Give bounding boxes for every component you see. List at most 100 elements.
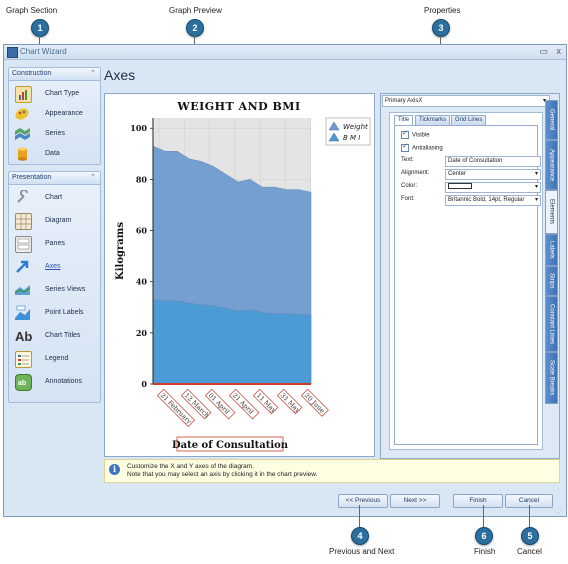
nav-label: Chart: [45, 194, 63, 201]
visible-checkbox[interactable]: [401, 129, 409, 139]
dropdown-arrow-icon: ▾: [534, 171, 538, 177]
nav-label: Chart Titles: [45, 332, 81, 339]
finish-button[interactable]: Finish: [453, 494, 503, 508]
chart-titles-icon: Ab: [15, 328, 32, 344]
series-icon: [15, 126, 30, 141]
nav-item-series-views[interactable]: Series Views: [14, 282, 99, 300]
callout-label-graph-preview: Graph Preview: [169, 6, 222, 15]
title-text-input[interactable]: Date of Consultation: [445, 156, 541, 167]
font-value: Britannic Bold, 14pt, Regular: [448, 197, 525, 203]
text-label: Text:: [401, 157, 414, 163]
side-tab-labels[interactable]: Labels: [545, 234, 558, 266]
bar-chart-icon: [15, 86, 32, 103]
nav-item-point-labels[interactable]: Point Labels: [15, 305, 99, 323]
nav-label: Axes: [45, 263, 61, 270]
nav-item-chart[interactable]: Chart: [15, 189, 99, 208]
alignment-label: Alignment:: [401, 170, 430, 176]
side-tab-scale-breaks[interactable]: Scale Breaks: [545, 352, 558, 404]
nav-item-chart-type[interactable]: Chart Type: [15, 86, 99, 104]
nav-item-legend[interactable]: Legend: [15, 351, 99, 369]
dropdown-arrow-icon: ▾: [534, 197, 538, 203]
close-button[interactable]: x: [557, 46, 562, 56]
nav-label: Diagram: [45, 217, 72, 224]
previous-button[interactable]: << Previous: [338, 494, 388, 508]
alignment-select[interactable]: Center ▾: [445, 169, 541, 180]
antialiasing-checkbox[interactable]: [401, 142, 409, 152]
side-tab-constant-lines[interactable]: Constant Lines: [545, 296, 558, 352]
nav-label: Data: [45, 150, 60, 157]
tab-tickmarks[interactable]: Tickmarks: [415, 115, 451, 125]
chart-wizard-app-icon: [7, 47, 18, 58]
color-label: Color:: [401, 183, 418, 189]
info-icon: i: [109, 464, 120, 475]
tab-grid-lines[interactable]: Grid Lines: [451, 115, 487, 125]
callout-label-finish: Finish: [474, 547, 496, 556]
nav-label: Appearance: [45, 110, 83, 117]
nav-label: Legend: [45, 355, 69, 362]
construction-header-label: Construction: [12, 70, 52, 77]
axes-arrow-icon: [15, 259, 30, 274]
y-tick-label: 80: [136, 174, 148, 184]
data-cylinder-icon: [15, 146, 30, 161]
next-button[interactable]: Next >>: [390, 494, 440, 508]
resize-grip-icon[interactable]: ⋰: [558, 507, 564, 514]
callout-label-cancel: Cancel: [517, 547, 542, 556]
nav-item-series[interactable]: Series: [15, 126, 99, 144]
side-tab-general[interactable]: General: [545, 100, 558, 140]
presentation-group: Presentation ⌃ Chart Diagram Panes Axes …: [8, 171, 101, 403]
restore-button[interactable]: ▭: [539, 46, 548, 57]
y-tick-label: 20: [136, 328, 148, 338]
chart-preview[interactable]: 0 20 40 60 80 100 21 February 12 March 01 April 2…: [104, 93, 375, 457]
color-select[interactable]: ▾: [445, 182, 541, 193]
callout-badge-3: 3: [432, 19, 450, 37]
nav-item-chart-titles[interactable]: Ab Chart Titles: [15, 328, 99, 346]
font-label: Font:: [401, 196, 415, 202]
series-views-icon: [14, 282, 31, 297]
x-tick-label: 31 May: [276, 388, 303, 415]
nav-label: Series Views: [45, 286, 86, 293]
axis-select[interactable]: Primary AxisX ▾: [382, 95, 550, 107]
callout-badge-1: 1: [31, 19, 49, 37]
callout-label-previous-next: Previous and Next: [329, 547, 395, 556]
antialiasing-label: Antialiasing: [412, 145, 443, 152]
side-tab-appearance[interactable]: Appearance: [545, 140, 558, 190]
hint-text: Customize the X and Y axes of the diagra…: [127, 463, 317, 479]
area-chart[interactable]: 02040608010021 February12 March01 April 2…: [105, 94, 374, 456]
nav-item-data[interactable]: Data: [15, 146, 99, 164]
color-swatch: [448, 183, 472, 190]
nav-label: Chart Type: [45, 90, 80, 97]
y-axis-title: Kilograms: [115, 222, 126, 280]
page-title: Axes: [104, 67, 136, 83]
window-title: Chart Wizard: [20, 47, 67, 56]
hint-line-2: Note that you may select an axis by clic…: [127, 471, 318, 478]
collapse-chevron-icon[interactable]: ⌃: [90, 172, 96, 184]
side-tab-label: Scale Breaks: [548, 360, 555, 396]
side-tab-elements[interactable]: Elements: [545, 190, 558, 234]
point-labels-icon: [15, 305, 30, 320]
nav-item-panes[interactable]: Panes: [15, 236, 99, 254]
palette-icon: [15, 106, 30, 121]
visible-row: Visible: [401, 129, 430, 139]
title-tab-panel: Visible Antialiasing Text: Date of Consu…: [394, 125, 541, 445]
legend-icon: [15, 351, 32, 368]
alignment-value: Center: [448, 171, 467, 177]
hint-line-1: Customize the X and Y axes of the diagra…: [127, 463, 254, 470]
axis-select-value: Primary AxisX: [385, 98, 423, 104]
presentation-group-header[interactable]: Presentation ⌃: [9, 172, 100, 185]
title-text-value: Date of Consultation: [448, 158, 503, 164]
x-tick-label-text: 11 May: [255, 391, 278, 414]
nav-item-appearance[interactable]: Appearance: [15, 106, 99, 124]
construction-group-header[interactable]: Construction ⌃: [9, 68, 100, 81]
nav-item-annotations[interactable]: ab Annotations: [15, 374, 99, 392]
y-tick-label: 0: [141, 379, 147, 389]
side-tab-label: Strips: [548, 273, 555, 289]
annotations-icon: ab: [15, 374, 32, 391]
nav-item-axes[interactable]: Axes: [15, 259, 99, 277]
side-tab-strips[interactable]: Strips: [545, 266, 558, 296]
side-tab-label: General: [548, 109, 555, 131]
callout-badge-6: 6: [475, 527, 493, 545]
collapse-chevron-icon[interactable]: ⌃: [90, 68, 96, 80]
nav-item-diagram[interactable]: Diagram: [15, 213, 99, 231]
font-select[interactable]: Britannic Bold, 14pt, Regular ▾: [445, 195, 541, 206]
chart-wrench-icon: [15, 189, 30, 205]
